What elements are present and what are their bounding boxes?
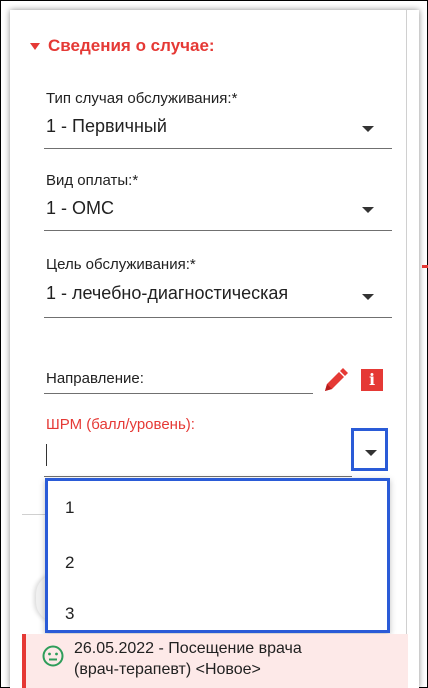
service-goal-underline xyxy=(44,317,392,318)
service-type-underline xyxy=(44,148,392,149)
chevron-down-icon xyxy=(365,450,377,456)
separator-line xyxy=(22,514,45,515)
shrm-input[interactable] xyxy=(46,444,47,466)
shrm-underline xyxy=(44,476,352,477)
section-header-case-info[interactable]: Сведения о случае: xyxy=(30,36,215,56)
payment-type-underline xyxy=(44,230,392,231)
referral-field[interactable]: Направление: xyxy=(46,370,144,387)
menu-option-1[interactable]: 1 xyxy=(65,498,74,518)
info-icon[interactable]: i xyxy=(361,369,383,391)
shrm-options-menu: 1 2 3 xyxy=(45,478,390,633)
event-status-bar xyxy=(22,634,26,688)
shrm-dropdown-button[interactable] xyxy=(351,428,388,471)
chevron-down-icon[interactable] xyxy=(362,207,374,213)
pencil-icon[interactable] xyxy=(322,368,348,394)
chevron-down-icon[interactable] xyxy=(362,294,374,300)
collapse-triangle-icon[interactable] xyxy=(30,42,40,50)
shrm-label: ШРМ (балл/уровень): xyxy=(46,416,195,433)
section-title: Сведения о случае: xyxy=(48,36,215,55)
event-subtitle: (врач-терапевт) <Новое> xyxy=(74,661,261,678)
service-type-label: Тип случая обслуживания:* xyxy=(46,90,238,107)
service-goal-select[interactable]: 1 - лечебно-диагностическая xyxy=(46,283,288,304)
menu-option-2[interactable]: 2 xyxy=(65,553,74,573)
smiley-icon xyxy=(42,645,64,667)
event-description[interactable]: 26.05.2022 - Посещение врача (врач-терап… xyxy=(74,638,302,680)
panel-divider xyxy=(406,10,407,688)
event-title: 26.05.2022 - Посещение врача xyxy=(74,640,302,657)
payment-type-label: Вид оплаты:* xyxy=(46,172,139,189)
service-goal-label: Цель обслуживания:* xyxy=(46,256,196,273)
side-marker xyxy=(422,265,428,268)
chevron-down-icon[interactable] xyxy=(362,126,374,132)
referral-underline xyxy=(44,393,313,394)
service-type-select[interactable]: 1 - Первичный xyxy=(46,116,167,137)
payment-type-select[interactable]: 1 - ОМС xyxy=(46,198,114,219)
menu-option-3[interactable]: 3 xyxy=(65,604,74,624)
